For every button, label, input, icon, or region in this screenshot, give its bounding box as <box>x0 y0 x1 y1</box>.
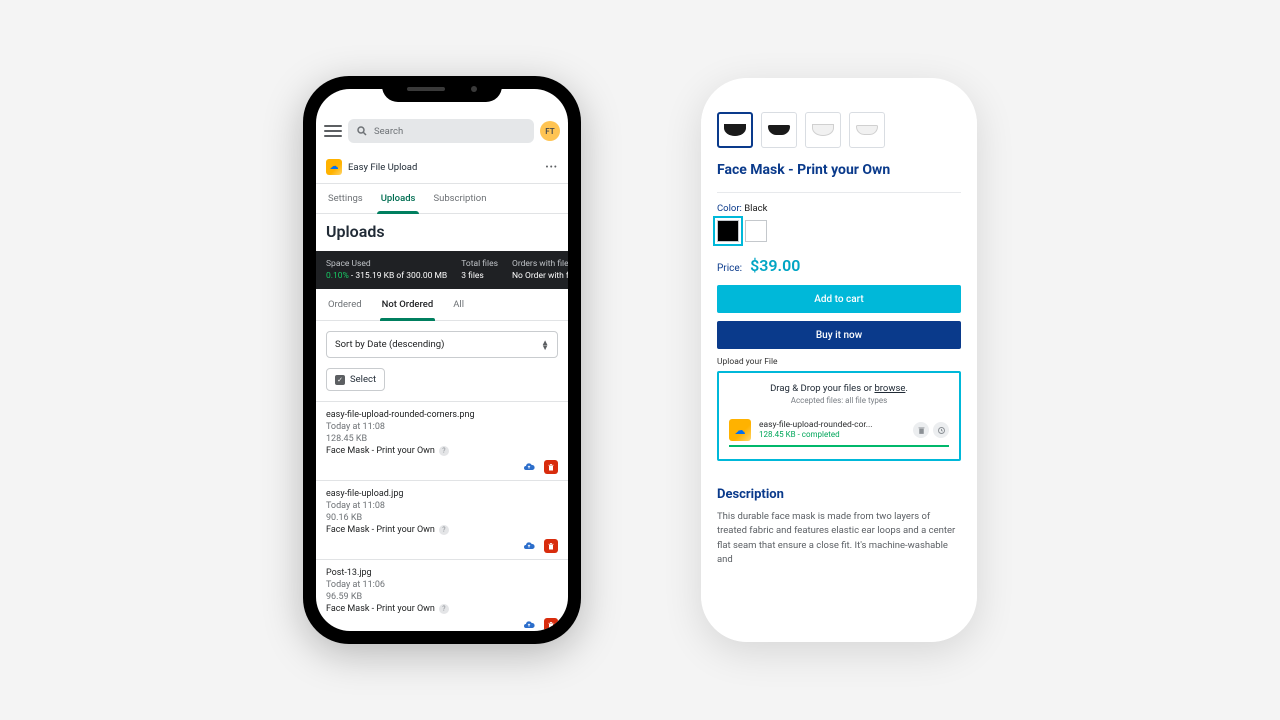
download-icon[interactable] <box>522 618 536 631</box>
dropzone-text: Drag & Drop your files or browse. <box>729 383 949 394</box>
sort-select[interactable]: Sort by Date (descending) ▲▼ <box>326 331 558 358</box>
uploaded-file: ☁ easy-file-upload-rounded-cor... 128.45… <box>729 419 949 447</box>
add-to-cart-button[interactable]: Add to cart <box>717 285 961 313</box>
color-swatches <box>717 220 961 242</box>
uploaded-file-status: 128.45 KB - completed <box>759 430 905 440</box>
space-used-value: 0.10% - 315.19 KB of 300.00 MB <box>326 271 447 281</box>
delete-icon[interactable] <box>544 539 558 553</box>
app-header: ☁ Easy File Upload ••• <box>316 151 568 184</box>
help-icon[interactable]: ? <box>439 525 449 535</box>
stats-bar: Space Used 0.10% - 315.19 KB of 300.00 M… <box>316 251 568 289</box>
upload-label: Upload your File <box>717 357 961 367</box>
delete-icon[interactable] <box>544 460 558 474</box>
tab-settings[interactable]: Settings <box>328 184 363 213</box>
total-files-label: Total files <box>461 259 498 269</box>
file-row[interactable]: Post-13.jpg Today at 11:06 96.59 KB Face… <box>316 559 568 631</box>
menu-icon[interactable] <box>324 125 342 137</box>
tab-not-ordered[interactable]: Not Ordered <box>382 289 434 320</box>
dropzone-subtext: Accepted files: all file types <box>729 396 949 405</box>
filter-tabs: Ordered Not Ordered All <box>316 289 568 321</box>
store-phone: Face Mask - Print your Own Color: Black … <box>701 78 977 642</box>
reupload-icon[interactable] <box>933 422 949 438</box>
file-dropzone[interactable]: Drag & Drop your files or browse. Accept… <box>717 371 961 461</box>
color-label: Color: Black <box>717 203 961 214</box>
tab-all[interactable]: All <box>453 289 464 320</box>
chevron-updown-icon: ▲▼ <box>541 340 549 350</box>
remove-file-icon[interactable] <box>913 422 929 438</box>
file-list: easy-file-upload-rounded-corners.png Tod… <box>316 401 568 631</box>
more-icon[interactable]: ••• <box>545 162 558 173</box>
help-icon[interactable]: ? <box>439 604 449 614</box>
search-placeholder: Search <box>374 126 403 137</box>
device-notch <box>382 76 502 102</box>
checkbox-icon: ✓ <box>335 375 345 385</box>
swatch-black[interactable] <box>717 220 739 242</box>
download-icon[interactable] <box>522 460 536 474</box>
select-button[interactable]: ✓ Select <box>326 368 385 391</box>
space-used-label: Space Used <box>326 259 447 269</box>
browse-link[interactable]: browse <box>874 383 905 394</box>
tab-ordered[interactable]: Ordered <box>328 289 362 320</box>
buy-now-button[interactable]: Buy it now <box>717 321 961 349</box>
price-label: Price: <box>717 263 742 274</box>
thumb-3[interactable] <box>805 112 841 148</box>
tab-uploads[interactable]: Uploads <box>381 184 416 213</box>
orders-value: No Order with files yet <box>512 271 568 281</box>
tab-subscription[interactable]: Subscription <box>433 184 486 213</box>
admin-phone: Search FT ☁ Easy File Upload ••• Setting… <box>303 76 581 644</box>
app-icon: ☁ <box>326 159 342 175</box>
file-row[interactable]: easy-file-upload.jpg Today at 11:08 90.1… <box>316 480 568 559</box>
product-thumbnails <box>717 112 961 148</box>
delete-icon[interactable] <box>544 618 558 631</box>
uploaded-file-name: easy-file-upload-rounded-cor... <box>759 420 905 431</box>
avatar[interactable]: FT <box>540 121 560 141</box>
orders-label: Orders with files <box>512 259 568 269</box>
description-text: This durable face mask is made from two … <box>717 510 961 567</box>
help-icon[interactable]: ? <box>439 446 449 456</box>
thumb-1[interactable] <box>717 112 753 148</box>
page-title: Uploads <box>316 214 568 251</box>
primary-tabs: Settings Uploads Subscription <box>316 184 568 214</box>
thumb-2[interactable] <box>761 112 797 148</box>
description-heading: Description <box>717 487 961 502</box>
thumb-4[interactable] <box>849 112 885 148</box>
price-value: $39.00 <box>750 256 800 275</box>
file-row[interactable]: easy-file-upload-rounded-corners.png Tod… <box>316 401 568 480</box>
search-icon <box>356 125 368 137</box>
search-input[interactable]: Search <box>348 119 534 143</box>
total-files-value: 3 files <box>461 271 498 281</box>
swatch-white[interactable] <box>745 220 767 242</box>
app-title: Easy File Upload <box>348 162 417 173</box>
cloud-upload-icon: ☁ <box>729 419 751 441</box>
divider <box>717 192 961 193</box>
product-title: Face Mask - Print your Own <box>717 162 961 178</box>
download-icon[interactable] <box>522 539 536 553</box>
